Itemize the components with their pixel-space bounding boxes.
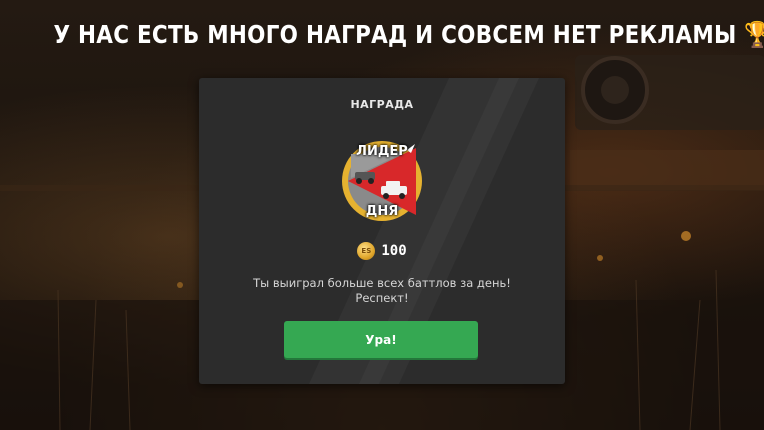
promo-headline: У НАС ЕСТЬ МНОГО НАГРАД И СОВСЕМ НЕТ РЕК… bbox=[53, 20, 764, 50]
reward-message: Ты выиграл больше всех баттлов за день! … bbox=[219, 276, 545, 306]
reward-dialog: НАГРАДА ЛИДЕР ДНЯ ES 100 Ты выиграл боль… bbox=[199, 78, 565, 384]
leader-of-day-badge: ЛИДЕР ДНЯ bbox=[341, 140, 423, 222]
badge-title-top: ЛИДЕР bbox=[356, 144, 408, 159]
reward-message-line1: Ты выиграл больше всех баттлов за день! bbox=[253, 276, 511, 290]
reward-amount-row: ES 100 bbox=[199, 239, 565, 263]
trophy-icon: 🏆 bbox=[744, 20, 764, 49]
badge-title-bottom: ДНЯ bbox=[365, 204, 399, 219]
coin-icon: ES bbox=[357, 242, 376, 260]
confirm-button[interactable]: Ура! bbox=[284, 321, 478, 358]
dialog-title: НАГРАДА bbox=[350, 98, 414, 111]
reward-message-line2: Респект! bbox=[355, 291, 409, 305]
reward-amount: 100 bbox=[381, 243, 407, 259]
headline-text: У НАС ЕСТЬ МНОГО НАГРАД И СОВСЕМ НЕТ РЕК… bbox=[53, 20, 737, 49]
